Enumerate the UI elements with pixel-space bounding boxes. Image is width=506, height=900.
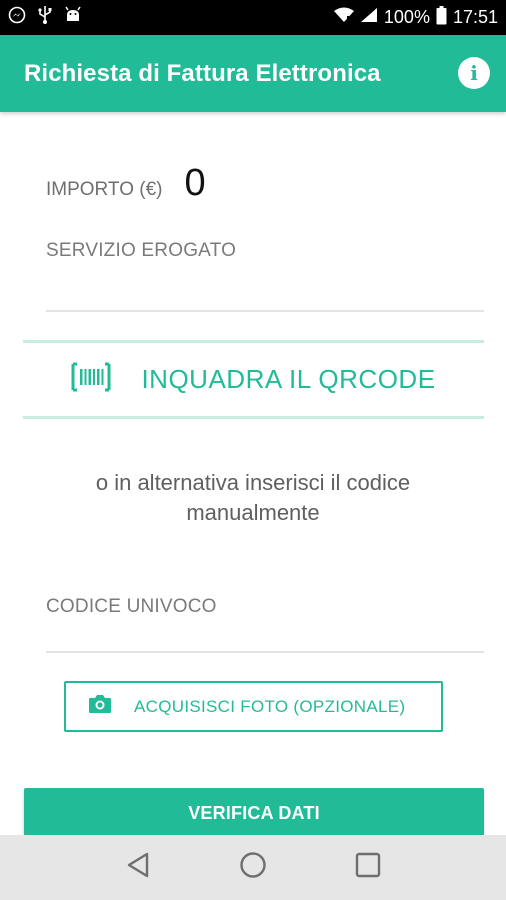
status-system: 100% 17:51 <box>333 5 498 30</box>
clock: 17:51 <box>452 7 498 27</box>
acquire-photo-button[interactable]: ACQUISISCI FOTO (OPZIONALE) <box>64 681 443 732</box>
service-field[interactable]: SERVIZIO EROGATO <box>46 240 484 312</box>
service-label: SERVIZIO EROGATO <box>46 240 237 261</box>
signal-icon <box>360 7 378 28</box>
info-button[interactable]: i <box>458 57 490 89</box>
alternative-instruction: o in alternativa inserisci il codice man… <box>0 468 506 528</box>
unique-code-field[interactable]: CODICE UNIVOCO <box>46 596 484 656</box>
recents-icon <box>355 852 381 883</box>
status-bar: 100% 17:51 <box>0 0 506 35</box>
verify-data-label: VERIFICA DATI <box>188 802 320 823</box>
verify-data-button[interactable]: VERIFICA DATI <box>24 788 484 838</box>
android-debug-icon <box>64 6 82 29</box>
amount-row: IMPORTO (€) 0 <box>46 162 206 205</box>
unique-code-underline <box>46 651 484 653</box>
back-icon <box>125 851 151 884</box>
page-title: Richiesta di Fattura Elettronica <box>24 59 381 87</box>
alternative-text: o in alternativa inserisci il codice man… <box>95 470 411 525</box>
system-nav-bar <box>0 835 506 900</box>
back-button[interactable] <box>118 848 158 888</box>
usb-icon <box>38 5 52 30</box>
barcode-icon <box>71 362 111 397</box>
unique-code-label: CODICE UNIVOCO <box>46 596 217 617</box>
battery-percent: 100% <box>383 7 430 27</box>
home-icon <box>239 851 267 884</box>
home-button[interactable] <box>233 848 273 888</box>
recents-button[interactable] <box>348 848 388 888</box>
invoice-request-form: IMPORTO (€) 0 SERVIZIO EROGATO INQUADRA … <box>0 112 506 838</box>
scan-qrcode-label: INQUADRA IL QRCODE <box>141 364 436 394</box>
scan-qrcode-button[interactable]: INQUADRA IL QRCODE <box>23 340 484 419</box>
status-notifications <box>8 5 82 30</box>
camera-icon <box>88 694 112 719</box>
acquire-photo-label: ACQUISISCI FOTO (OPZIONALE) <box>134 696 406 716</box>
amount-value[interactable]: 0 <box>184 162 205 205</box>
service-underline <box>46 310 484 312</box>
battery-icon <box>436 5 447 30</box>
info-icon: i <box>470 61 478 85</box>
app-bar: Richiesta di Fattura Elettronica i <box>0 35 506 112</box>
wifi-icon <box>333 7 354 28</box>
amount-label: IMPORTO (€) <box>46 179 163 200</box>
messenger-icon <box>8 6 26 29</box>
